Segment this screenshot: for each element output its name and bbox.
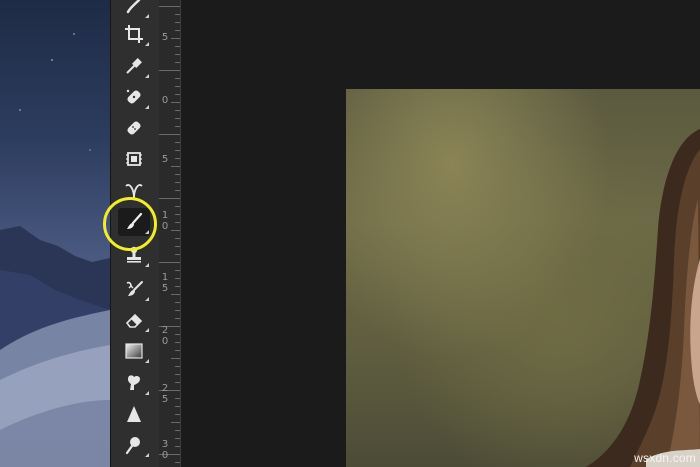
eraser-icon [125, 313, 143, 328]
ruler-tick [175, 438, 180, 439]
portrait-image [586, 129, 700, 467]
ruler-tick [175, 286, 180, 287]
ruler-label: 0 [161, 95, 169, 106]
ruler-tick [175, 334, 180, 335]
ruler-label: 2 0 [161, 325, 169, 347]
ruler-tick [175, 142, 180, 143]
tool-eraser[interactable] [118, 306, 150, 334]
ruler-tick [175, 222, 180, 223]
vertical-ruler: 5 0 5 1 0 1 5 2 0 2 5 3 0 [159, 0, 181, 467]
tool-patch[interactable] [118, 145, 150, 173]
ruler-tick [175, 214, 180, 215]
ruler-tick [159, 6, 180, 7]
tool-eyedropper[interactable] [118, 52, 150, 80]
ruler-tick [175, 190, 180, 191]
ruler-tick [171, 422, 180, 423]
ruler-tick [159, 262, 180, 263]
ruler-tick [175, 110, 180, 111]
ruler-label: 3 0 [161, 439, 169, 461]
eyedropper-icon [126, 58, 142, 74]
ruler-tick [175, 126, 180, 127]
ruler-tick [171, 358, 180, 359]
ruler-tick [175, 318, 180, 319]
ruler-tick [175, 398, 180, 399]
gradient-icon [125, 343, 143, 359]
ruler-tick [175, 406, 180, 407]
ruler-tick [175, 30, 180, 31]
history-brush-icon [126, 281, 143, 296]
ruler-tick [171, 230, 180, 231]
ruler-tick [175, 62, 180, 63]
ruler-label: 5 [161, 154, 169, 165]
ruler-tick [175, 350, 180, 351]
ruler-tick [175, 366, 180, 367]
spot-healing-icon [126, 89, 141, 104]
tool-brush-partial[interactable] [118, 0, 150, 20]
patch-icon [126, 152, 142, 166]
ruler-tick [175, 174, 180, 175]
ruler-tick [171, 166, 180, 167]
smudge-icon [127, 375, 140, 390]
ruler-tick [171, 38, 180, 39]
ruler-tick [175, 414, 180, 415]
tool-crop[interactable] [118, 20, 150, 48]
ruler-tick [175, 46, 180, 47]
crop-icon [125, 25, 143, 43]
ruler-tick [159, 134, 180, 135]
ruler-tick [175, 342, 180, 343]
ruler-tick [175, 78, 180, 79]
ruler-tick [175, 430, 180, 431]
ruler-tick [171, 294, 180, 295]
ruler-tick [175, 310, 180, 311]
ruler-tick [175, 150, 180, 151]
tool-sharpen[interactable] [118, 400, 150, 428]
ruler-tick [175, 302, 180, 303]
ruler-tick [175, 14, 180, 15]
ruler-tick [175, 278, 180, 279]
canvas-area: wsxdn.com [181, 0, 700, 467]
ruler-tick [175, 254, 180, 255]
ruler-tick [175, 86, 180, 87]
ruler-label: 1 0 [161, 210, 169, 232]
tool-smudge[interactable] [118, 369, 150, 397]
watermark: wsxdn.com [634, 451, 696, 465]
tool-history-brush[interactable] [118, 275, 150, 303]
ruler-tick [175, 94, 180, 95]
brush-icon [126, 0, 141, 14]
ruler-tick [175, 382, 180, 383]
dodge-icon [125, 437, 140, 455]
ruler-tick [175, 270, 180, 271]
ruler-tick [175, 158, 180, 159]
ruler-tick [175, 54, 180, 55]
ruler-label: 5 [161, 32, 169, 43]
ruler-tick [159, 198, 180, 199]
tool-spot-healing[interactable] [118, 83, 150, 111]
tool-gradient[interactable] [118, 337, 150, 365]
ruler-tick [159, 70, 180, 71]
document-photo [346, 89, 700, 467]
tool-healing-brush[interactable] [118, 114, 150, 142]
bandage-icon [127, 121, 141, 135]
ruler-tick [175, 238, 180, 239]
desktop-wallpaper [0, 0, 110, 467]
ruler-label: 1 5 [161, 272, 169, 294]
ruler-tick [175, 118, 180, 119]
triangle-icon [127, 406, 141, 422]
ruler-tick [175, 22, 180, 23]
ruler-tick [175, 446, 180, 447]
ruler-tick [175, 374, 180, 375]
highlight-circle [103, 197, 157, 251]
ruler-tick [171, 102, 180, 103]
ruler-label: 2 5 [161, 383, 169, 405]
ruler-tick [175, 246, 180, 247]
ruler-tick [175, 182, 180, 183]
ruler-tick [175, 462, 180, 463]
ruler-tick [175, 206, 180, 207]
tool-dodge[interactable] [118, 431, 150, 459]
